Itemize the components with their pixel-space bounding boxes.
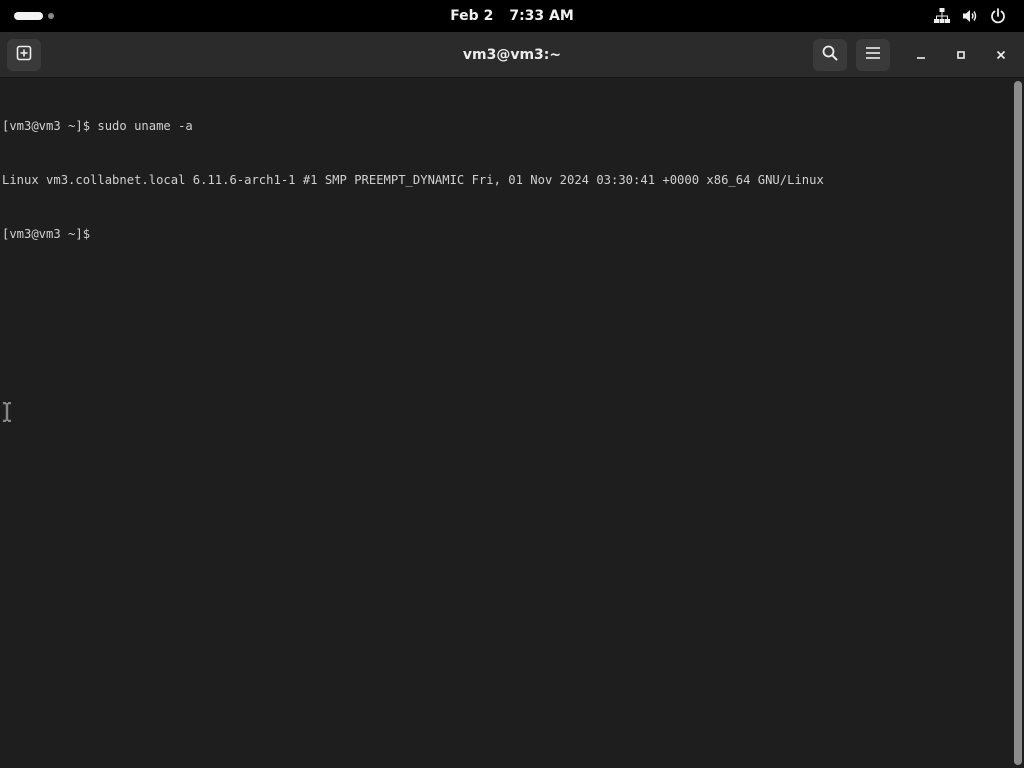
menu-icon — [864, 44, 882, 66]
clock-date[interactable]: Feb 2 — [450, 8, 493, 24]
terminal-line: Linux vm3.collabnet.local 6.11.6-arch1-1… — [2, 173, 824, 187]
minimize-icon — [915, 46, 927, 65]
minimize-button[interactable] — [909, 43, 933, 67]
terminal-scrollbar[interactable] — [1014, 81, 1022, 765]
top-bar: Feb 2 7:33 AM — [0, 0, 1024, 32]
clock-time[interactable]: 7:33 AM — [509, 8, 573, 24]
close-button[interactable] — [989, 43, 1013, 67]
search-icon — [821, 44, 839, 66]
terminal-window: vm3@vm3:~ [vm3@vm3 ~]$ sudo uname -a Lin… — [0, 32, 1024, 768]
workspace-active-indicator — [14, 12, 43, 20]
close-icon — [995, 46, 1007, 65]
new-tab-icon — [15, 44, 33, 66]
terminal-line: [vm3@vm3 ~]$ sudo uname -a — [2, 119, 193, 133]
clock[interactable]: Feb 2 7:33 AM — [0, 0, 1024, 32]
workspace-indicator — [48, 13, 54, 19]
system-tray[interactable] — [928, 4, 1012, 28]
text-cursor-icon — [1, 401, 13, 423]
maximize-icon — [955, 46, 967, 65]
terminal-output[interactable]: [vm3@vm3 ~]$ sudo uname -a Linux vm3.col… — [0, 79, 1010, 768]
main-menu-button[interactable] — [856, 39, 890, 71]
scrollbar-thumb[interactable] — [1014, 81, 1022, 765]
header-bar[interactable]: vm3@vm3:~ — [0, 32, 1024, 78]
terminal-prompt-line[interactable]: [vm3@vm3 ~]$ — [2, 225, 1010, 243]
new-tab-button[interactable] — [7, 39, 41, 71]
maximize-button[interactable] — [949, 43, 973, 67]
network-icon[interactable] — [932, 6, 952, 26]
volume-icon[interactable] — [960, 6, 980, 26]
activities-button[interactable] — [10, 8, 62, 24]
power-icon[interactable] — [988, 6, 1008, 26]
search-button[interactable] — [813, 39, 847, 71]
